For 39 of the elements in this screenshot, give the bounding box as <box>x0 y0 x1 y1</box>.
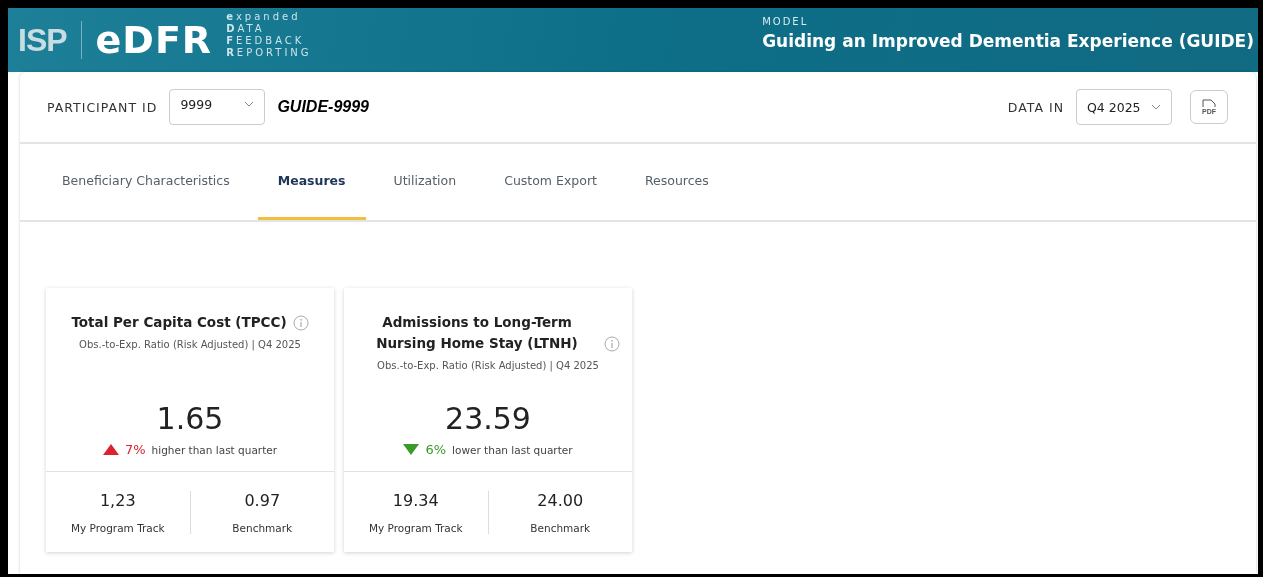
measure-subtitle: Obs.-to-Exp. Ratio (Risk Adjusted) | Q4 2025 <box>377 360 599 371</box>
measure-value: 23.59 <box>445 401 531 436</box>
measure-title: Admissions to Long-Term Nursing Home Stay (LTNH) <box>375 313 579 353</box>
tagline-text: DATA <box>226 23 266 35</box>
change-text: lower than last quarter <box>452 443 573 456</box>
data-in-label: DATA IN <box>1007 99 1064 115</box>
nav-tab[interactable]: Beneficiary Characteristics <box>48 144 250 220</box>
change-percent: 6% <box>425 442 447 457</box>
nav-tab[interactable]: Utilization <box>373 144 477 220</box>
quarter-select[interactable]: Q4 2025 <box>1076 89 1172 125</box>
document-icon <box>1202 99 1216 108</box>
participant-name: GUIDE-9999 <box>277 98 369 116</box>
participant-select[interactable]: 9999 <box>169 89 266 125</box>
stat-value: 24.00 <box>537 490 584 510</box>
model-name: Guiding an Improved Dementia Experience (GUIDE) <box>762 31 1254 51</box>
stat-value: 19.34 <box>392 490 439 510</box>
nav-tab[interactable]: Custom Export <box>484 144 617 220</box>
isp-logo: ISP <box>18 21 67 59</box>
stat-value: 0.97 <box>244 490 281 510</box>
measure-subtitle: Obs.-to-Exp. Ratio (Risk Adjusted) | Q4 2025 <box>79 339 301 350</box>
info-icon[interactable] <box>604 336 620 352</box>
stat-label: My Program Track <box>70 521 165 534</box>
stat-label: Benchmark <box>530 521 591 534</box>
edfr-logo: eDFR <box>95 18 213 62</box>
measure-title: Total Per Capita Cost (TPCC) <box>71 313 287 332</box>
tagline-text: expanded <box>226 11 302 23</box>
stat-label: Benchmark <box>232 521 293 534</box>
stat-label: My Program Track <box>368 521 463 534</box>
tagline-text: REPORTING <box>226 47 312 59</box>
change-percent: 7% <box>124 442 146 457</box>
stat-value: 1,23 <box>99 490 136 510</box>
nav-tab[interactable]: Resources <box>624 144 729 220</box>
measure-value: 1.65 <box>156 401 224 436</box>
chevron-icon <box>1151 104 1161 110</box>
change-text: higher than last quarter <box>151 443 278 456</box>
chevron-icon <box>244 101 255 107</box>
model-label: MODEL <box>762 16 810 27</box>
participant-label: PARTICIPANT ID <box>47 99 158 115</box>
info-icon[interactable] <box>292 315 309 331</box>
